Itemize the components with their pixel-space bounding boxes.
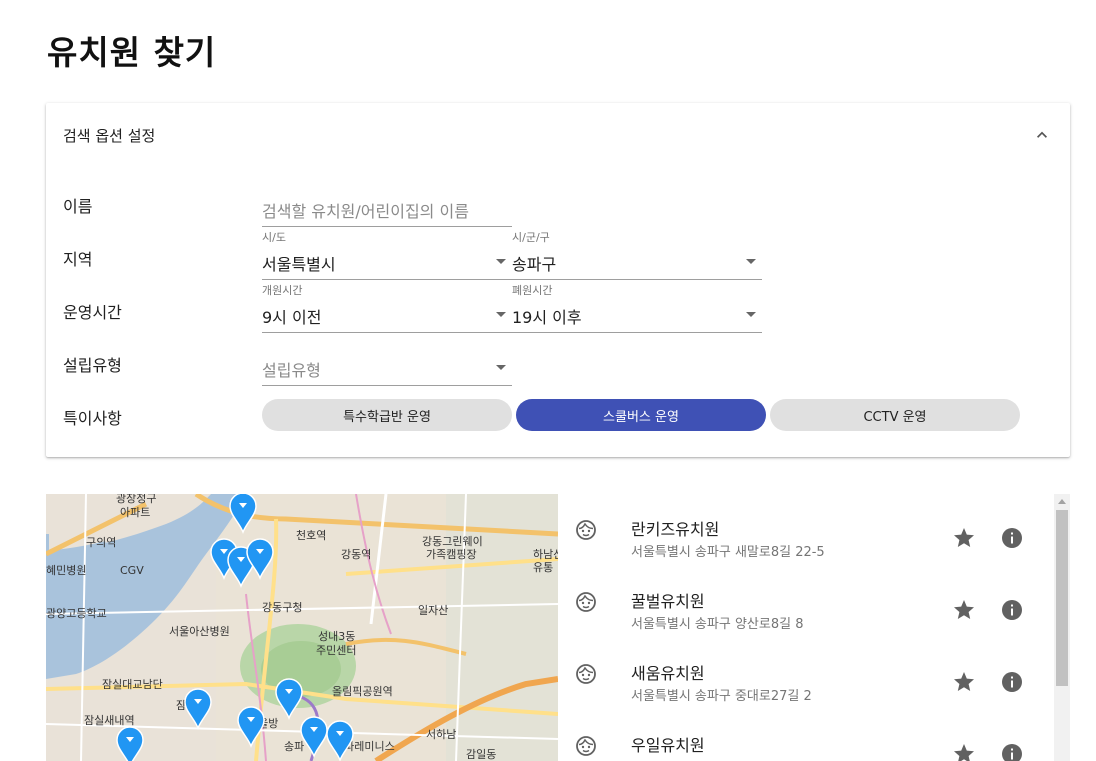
city-select-value: 서울특별시 [262,255,336,274]
map-label: 잠실대교남단 [102,678,163,691]
map-label: 잠실새내역 [84,714,135,727]
star-icon[interactable] [952,670,976,694]
map-label: 가족캠핑장 [426,548,477,561]
page-title: 유치원 찾기 [47,33,217,72]
search-options-panel: 검색 옵션 설정 이름 지역 운영시간 설립유형 특이사항 검색할 유치원/어린… [46,103,1070,457]
city-select[interactable]: 시/도 서울특별시 [262,229,512,281]
info-icon[interactable] [1000,742,1024,761]
star-icon[interactable] [952,526,976,550]
city-select-label: 시/도 [262,231,286,244]
map-label: 혜민병원 [46,564,86,577]
select-underline [262,332,512,333]
district-select-value: 송파구 [512,255,557,274]
list-item[interactable]: 란키즈유치원서울특별시 송파구 새말로8길 22-5 [558,494,1054,566]
map-label: 서울아산병원 [169,625,230,638]
district-select[interactable]: 시/군/구 송파구 [512,229,762,281]
map-label: 하남산 [533,547,558,561]
map-label: 주민센터 [316,644,356,657]
dropdown-arrow-icon [496,365,506,370]
map-label: 강동구청 [262,601,302,614]
close-time-select[interactable]: 폐원시간 19시 이후 [512,282,762,334]
kindergarten-name: 우일유치원 [631,736,705,755]
face-icon [576,592,596,612]
select-underline [512,279,762,280]
face-icon [576,736,596,756]
map-label: 유통 [533,561,553,574]
map-label: 일자산 [418,603,448,617]
chevron-up-icon[interactable] [1032,125,1052,145]
dropdown-arrow-icon [496,312,506,317]
district-select-label: 시/군/구 [512,231,550,244]
list-item[interactable]: 새움유치원서울특별시 송파구 중대로27길 2 [558,638,1054,710]
dropdown-arrow-icon [746,259,756,264]
kindergarten-name: 새움유치원 [631,664,705,683]
star-icon[interactable] [952,742,976,761]
dropdown-arrow-icon [496,259,506,264]
select-underline [262,385,512,386]
scrollbar[interactable] [1054,494,1070,761]
dropdown-arrow-icon [746,312,756,317]
list-item[interactable]: 꿀벌유치원서울특별시 송파구 양산로8길 8 [558,566,1054,638]
kindergarten-name: 꿀벌유치원 [631,592,705,611]
map-label: 강동역 [341,548,371,561]
region-row-label: 지역 [63,250,93,269]
kindergarten-address: 서울특별시 송파구 새말로8길 22-5 [631,545,825,560]
map-label: 올림픽공원역 [332,685,393,698]
map-label: 송파 [284,740,304,753]
open-time-label: 개원시간 [262,284,303,297]
face-icon [576,664,596,684]
info-icon[interactable] [1000,670,1024,694]
close-time-label: 폐원시간 [512,284,553,297]
scroll-thumb[interactable] [1056,510,1068,686]
hours-row-label: 운영시간 [63,303,122,322]
scroll-up-arrow-icon[interactable] [1058,499,1066,504]
name-row-label: 이름 [63,197,93,216]
list-item[interactable]: 우일유치원서울특별시 송파구 오금로 [558,710,1054,761]
establishment-type-placeholder: 설립유형 [262,361,321,380]
type-row-label: 설립유형 [63,356,122,375]
kindergarten-name: 란키즈유치원 [631,520,720,539]
establishment-type-select[interactable]: 설립유형 [262,335,512,387]
info-icon[interactable] [1000,526,1024,550]
kindergarten-address: 서울특별시 송파구 양산로8길 8 [631,617,804,632]
map-label: 광장정구 [116,494,156,505]
close-time-value: 19시 이후 [512,308,582,327]
name-search-placeholder: 검색할 유치원/어린이집의 이름 [262,202,469,221]
kindergarten-address: 서울특별시 송파구 오금로 [631,757,771,761]
special-row-label: 특이사항 [63,409,122,428]
map-label: 성내3동 [318,630,355,643]
name-search-input[interactable]: 검색할 유치원/어린이집의 이름 [262,176,512,228]
map-label: 감일동 [466,747,496,761]
map-label: CGV [120,564,144,577]
map-label: 광양고등학교 [46,607,107,620]
star-icon[interactable] [952,598,976,622]
select-underline [512,332,762,333]
open-time-select[interactable]: 개원시간 9시 이전 [262,282,512,334]
map-label: 강동그린웨이 [422,535,483,548]
chip-school-bus[interactable]: 스쿨버스 운영 [516,399,766,431]
map-label: 서하남 [426,727,456,741]
map-view[interactable]: 광장정구 아파트 구의역 혜민병원 CGV 광양고등학교 천호역 강동역 강동구… [46,494,558,761]
info-icon[interactable] [1000,598,1024,622]
open-time-value: 9시 이전 [262,308,322,327]
face-icon [576,520,596,540]
input-underline [262,226,512,227]
map-label: 아파트 [120,506,150,519]
map-canvas: 광장정구 아파트 구의역 혜민병원 CGV 광양고등학교 천호역 강동역 강동구… [46,494,558,761]
chip-special-class[interactable]: 특수학급반 운영 [262,399,512,431]
panel-title: 검색 옵션 설정 [63,127,156,145]
kindergarten-address: 서울특별시 송파구 중대로27길 2 [631,689,812,704]
map-label: 천호역 [296,528,326,542]
chip-cctv[interactable]: CCTV 운영 [770,399,1020,431]
select-underline [262,279,512,280]
map-label: 구의역 [86,536,116,549]
result-list: 란키즈유치원 서울특별시 송파구 새말로8길 22-5 꿀벌유치원 서울특별시 송파구… [558,494,1070,761]
